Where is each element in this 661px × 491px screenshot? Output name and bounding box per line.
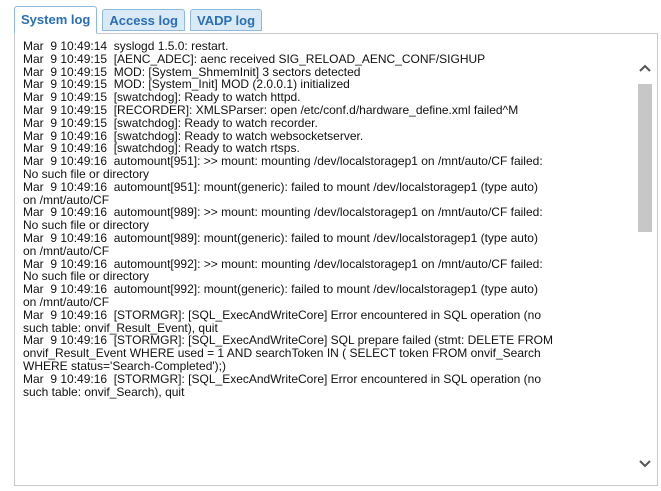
- log-line: on /mnt/auto/CF: [23, 294, 110, 309]
- log-text-area[interactable]: Mar 9 10:49:14 syslogd 1.5.0: restart. Ma…: [23, 40, 632, 487]
- log-line: Mar 9 10:49:16 automount[992]: mount(gen…: [23, 282, 538, 297]
- vertical-scrollbar[interactable]: [634, 58, 656, 474]
- tab-vadp-log[interactable]: VADP log: [190, 9, 263, 31]
- log-line: on /mnt/auto/CF: [23, 243, 110, 258]
- log-line: Mar 9 10:49:15 [RECORDER]: XMLSParser: o…: [23, 102, 519, 117]
- scroll-down-button[interactable]: [634, 452, 656, 474]
- log-line: onvif_Result_Event WHERE used = 1 AND se…: [23, 346, 541, 361]
- log-line: Mar 9 10:49:16 automount[951]: mount(gen…: [23, 179, 538, 194]
- log-line: such table: onvif_Search), quit: [23, 384, 185, 399]
- tab-system-log[interactable]: System log: [14, 6, 98, 34]
- log-line: No such file or directory: [23, 166, 150, 181]
- tab-access-log[interactable]: Access log: [102, 9, 186, 31]
- log-line: Mar 9 10:49:16 [STORMGR]: [SQL_ExecAndWr…: [23, 371, 542, 386]
- scroll-thumb[interactable]: [638, 84, 652, 232]
- log-line: Mar 9 10:49:15 [swatchdog]: Ready to wat…: [23, 115, 318, 130]
- chevron-down-icon: [639, 460, 651, 468]
- scroll-up-button[interactable]: [634, 58, 656, 80]
- log-line: WHERE status='Search-Completed');): [23, 358, 226, 373]
- chevron-up-icon: [639, 64, 651, 72]
- log-line: Mar 9 10:49:16 [STORMGR]: [SQL_ExecAndWr…: [23, 307, 542, 322]
- log-line: Mar 9 10:49:15 [AENC_ADEC]: aenc receive…: [23, 51, 486, 66]
- log-line: Mar 9 10:49:14 syslogd 1.5.0: restart.: [23, 40, 229, 53]
- log-viewer: System log Access log VADP log Mar 9 10:…: [0, 0, 661, 491]
- log-tabs: System log Access log VADP log: [14, 6, 263, 34]
- log-line: Mar 9 10:49:16 automount[989]: mount(gen…: [23, 230, 538, 245]
